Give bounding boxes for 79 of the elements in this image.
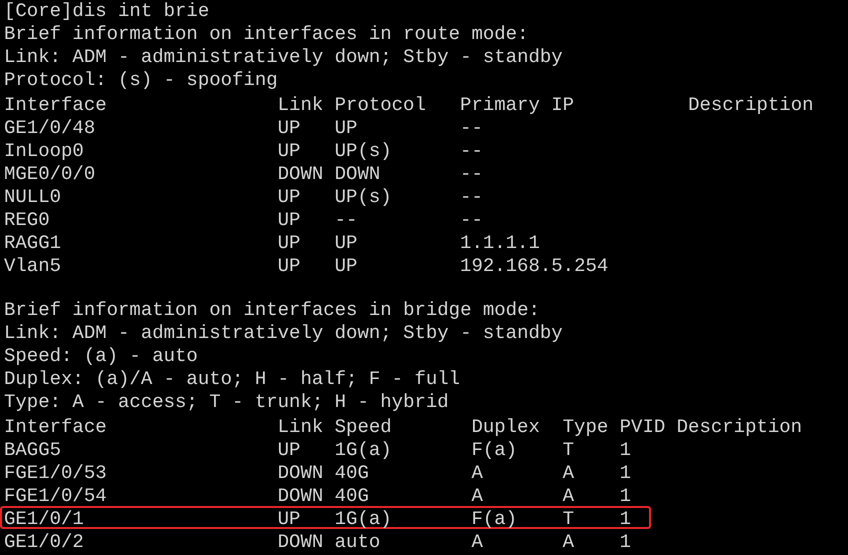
table-cell: DOWN [278,462,324,484]
table-cell: REG0 [4,209,50,231]
column-header: Protocol [334,94,426,116]
table-cell: A [562,485,574,507]
table-cell: UP [278,117,300,139]
table-cell: FGE1/0/54 [4,485,107,507]
column-header: Type [562,416,608,438]
table-cell: 40G [334,462,369,484]
info-line: Speed: (a) - auto [4,345,198,367]
table-cell: 1 [620,485,632,507]
table-cell: InLoop0 [4,140,84,162]
column-header: Primary IP [460,94,574,116]
table-cell: 1 [620,508,632,530]
table-cell: 1.1.1.1 [460,232,540,254]
table-cell: auto [334,531,380,553]
table-cell: GE1/0/48 [4,117,96,139]
table-cell: BAGG5 [4,439,62,461]
table-cell: UP [278,439,300,461]
table-cell: 1 [620,462,632,484]
column-header: Duplex [471,416,540,438]
table-cell: A [562,462,574,484]
table-cell: UP [278,140,300,162]
table-cell: UP [278,508,300,530]
column-header: Interface [4,94,107,116]
table-cell: F(a) [471,508,518,530]
table-cell: FGE1/0/53 [4,462,107,484]
table-cell: 1 [620,439,632,461]
table-cell: T [562,508,574,530]
table-cell: UP [334,117,358,139]
info-line: Type: A - access; T - trunk; H - hybrid [4,391,449,413]
table-cell: GE1/0/2 [4,531,84,553]
table-cell: UP [278,186,300,208]
table-cell: UP [278,209,300,231]
column-header: Speed [334,416,392,438]
table-cell: A [471,462,483,484]
table-cell: -- [460,163,483,185]
table-cell: UP(s) [334,186,392,208]
table-cell: T [562,439,574,461]
table-cell: UP [278,232,300,254]
table-cell: 192.168.5.254 [460,255,608,277]
table-cell: A [471,531,483,553]
table-cell: F(a) [471,439,518,461]
table-cell: DOWN [278,485,324,507]
table-cell: UP(s) [334,140,392,162]
table-cell: Vlan5 [4,255,62,277]
table-cell: DOWN [278,163,324,185]
table-cell: UP [334,255,358,277]
column-header: Description [688,94,814,116]
table-cell: -- [460,209,483,231]
table-cell: RAGG1 [4,232,62,254]
info-line: Duplex: (a)/A - auto; H - half; F - full [4,368,460,390]
table-cell: A [562,531,574,553]
command-line: [Core]dis int brie [4,0,210,22]
table-cell: -- [334,209,358,231]
info-line: Link: ADM - administratively down; Stby - standby [4,46,563,68]
table-cell: -- [460,140,483,162]
table-cell: 1G(a) [334,439,392,461]
column-header: Link [278,416,324,438]
table-cell: GE1/0/1 [4,508,84,530]
table-cell: -- [460,186,483,208]
column-header: Link [278,94,324,116]
column-header: Interface [4,416,107,438]
info-line: Brief information on interfaces in bridge mode: [4,299,540,321]
column-header: Description [676,416,802,438]
table-cell: 40G [334,485,369,507]
info-line: Brief information on interfaces in route mode: [4,23,528,45]
table-cell: NULL0 [4,186,62,208]
table-cell: DOWN [278,531,324,553]
info-line: Link: ADM - administratively down; Stby - standby [4,322,563,344]
table-cell: 1 [620,531,632,553]
table-cell: UP [334,232,358,254]
table-cell: -- [460,117,483,139]
table-cell: UP [278,255,300,277]
column-header: PVID [620,416,666,438]
table-cell: DOWN [334,163,380,185]
table-cell: A [471,485,483,507]
info-line: Protocol: (s) - spoofing [4,69,278,91]
table-cell: MGE0/0/0 [4,163,96,185]
table-cell: 1G(a) [334,508,392,530]
